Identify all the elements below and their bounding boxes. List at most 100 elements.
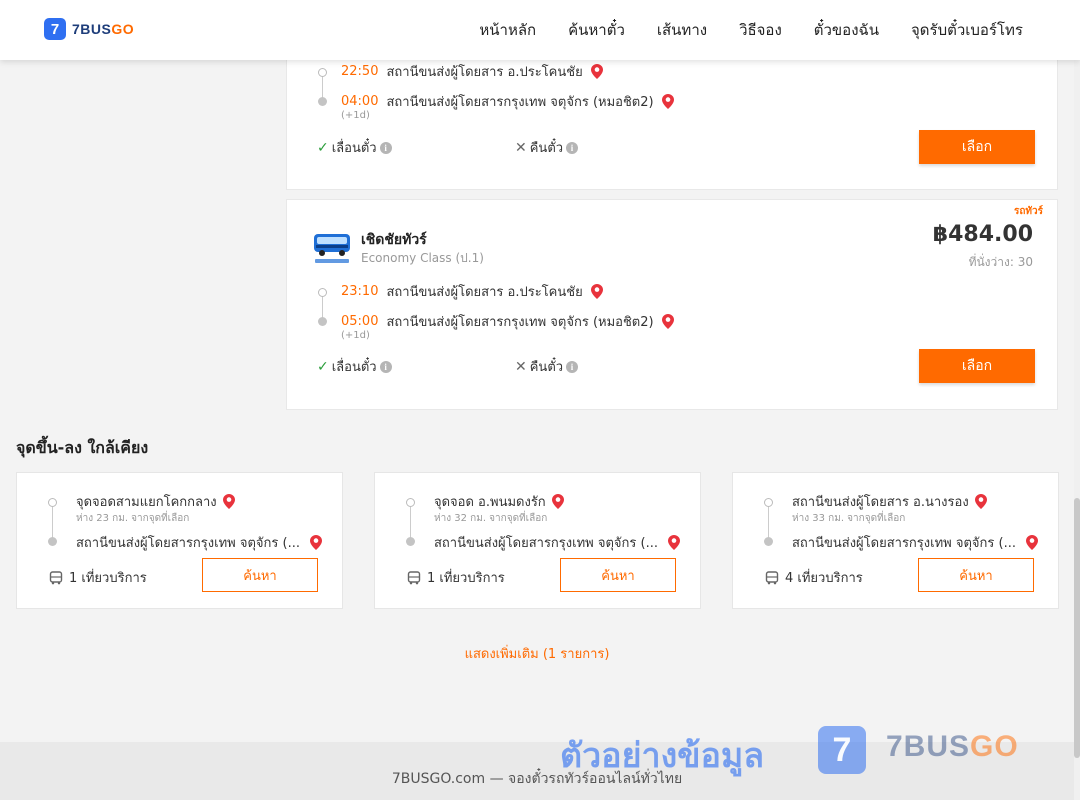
nav-ticket-points[interactable]: จุดรับตั๋วเบอร์โทร — [911, 18, 1023, 42]
reschedule-label: เลื่อนตั๋ว — [331, 141, 377, 156]
location-pin-icon[interactable] — [661, 314, 674, 329]
arrival-time: 05:00 — [341, 314, 379, 329]
bus-icon — [49, 570, 63, 584]
watermark-brand-main: 7BUS — [886, 730, 971, 763]
nearby-to: สถานีขนส่งผู้โดยสารกรุงเทพ จตุจักร (... — [792, 532, 1038, 553]
check-icon: ✓ — [317, 358, 329, 375]
seats-available: ที่นั่งว่าง: 30 — [968, 255, 1033, 269]
nearby-from-place: จุดจอด อ.พนมดงรัก — [434, 495, 546, 510]
location-pin-icon[interactable] — [974, 494, 987, 509]
operator-class: Economy Class (ป.1) — [361, 251, 484, 265]
nearby-search-button[interactable]: ค้นหา — [202, 558, 318, 592]
departure-place: สถานีขนส่งผู้โดยสาร อ.ประโคนชัย — [386, 285, 583, 300]
bus-type-tag: รถทัวร์ — [1013, 206, 1043, 217]
watermark-brand: 7BUSGO — [886, 730, 1019, 764]
departure-place: สถานีขนส่งผู้โดยสาร อ.ประโคนชัย — [386, 65, 583, 80]
refund-feature: ✕ คืนตั๋ว i — [515, 356, 579, 377]
nearby-to-place: สถานีขนส่งผู้โดยสารกรุงเทพ จตุจักร (... — [792, 536, 1016, 551]
arrival-time: 04:00 — [341, 94, 379, 109]
departure-dot — [318, 68, 327, 77]
logo-brand: 7BUS — [72, 21, 112, 37]
nearby-from-place: จุดจอดสามแยกโคกกลาง — [76, 495, 217, 510]
arrival-place: สถานีขนส่งผู้โดยสารกรุงเทพ จตุจักร (หมอช… — [386, 315, 654, 330]
site-logo[interactable]: 7 7BUSGO — [44, 18, 134, 40]
reschedule-feature: ✓ เลื่อนตั๋ว i — [317, 137, 392, 158]
nav-how-to-book[interactable]: วิธีจอง — [739, 18, 782, 42]
operator-logo — [314, 234, 350, 263]
site-header: 7 7BUSGO หน้าหลัก ค้นหาตั๋ว เส้นทาง วิธี… — [0, 0, 1080, 60]
reschedule-label: เลื่อนตั๋ว — [331, 360, 377, 375]
route-line — [768, 507, 769, 539]
location-pin-icon[interactable] — [551, 494, 564, 509]
route-line — [52, 507, 53, 539]
arrival-dot — [318, 317, 327, 326]
location-pin-icon[interactable] — [661, 94, 674, 109]
nearby-card: สถานีขนส่งผู้โดยสาร อ.นางรอง ห่าง 33 กม.… — [732, 472, 1059, 609]
from-dot — [764, 498, 773, 507]
nav-home[interactable]: หน้าหลัก — [479, 18, 536, 42]
arrival-day-offset: (+1d) — [341, 330, 370, 341]
logo-text: 7BUSGO — [72, 21, 134, 37]
nearby-to-place: สถานีขนส่งผู้โดยสารกรุงเทพ จตุจักร (... — [434, 536, 658, 551]
cross-icon: ✕ — [515, 358, 527, 375]
nearby-card: จุดจอดสามแยกโคกกลาง ห่าง 23 กม. จากจุดที… — [16, 472, 343, 609]
nav-my-tickets[interactable]: ตั๋วของฉัน — [814, 18, 879, 42]
watermark-text: ตัวอย่างข้อมูล — [560, 736, 765, 776]
departure-dot — [318, 288, 327, 297]
nearby-trips-label: 4 เที่ยวบริการ — [785, 571, 863, 586]
nearby-to: สถานีขนส่งผู้โดยสารกรุงเทพ จตุจักร (... — [434, 532, 680, 553]
nearby-from: จุดจอดสามแยกโคกกลาง — [76, 491, 235, 512]
show-more-link[interactable]: แสดงเพิ่มเติม (1 รายการ) — [0, 643, 1074, 664]
scrollbar-thumb[interactable] — [1074, 498, 1080, 758]
nearby-distance: ห่าง 32 กม. จากจุดที่เลือก — [434, 513, 548, 524]
nearby-trips-label: 1 เที่ยวบริการ — [69, 571, 147, 586]
departure-stop: 22:50 สถานีขนส่งผู้โดยสาร อ.ประโคนชัย — [341, 61, 603, 82]
nearby-from: จุดจอด อ.พนมดงรัก — [434, 491, 564, 512]
arrival-stop: 04:00 สถานีขนส่งผู้โดยสารกรุงเทพ จตุจักร… — [341, 91, 674, 112]
info-icon[interactable]: i — [566, 360, 579, 373]
nearby-trip-count: 4 เที่ยวบริการ — [765, 567, 863, 588]
location-pin-icon[interactable] — [590, 64, 603, 79]
arrival-stop: 05:00 สถานีขนส่งผู้โดยสารกรุงเทพ จตุจักร… — [341, 311, 674, 332]
logo-brand-accent: GO — [111, 21, 135, 37]
nearby-search-button[interactable]: ค้นหา — [560, 558, 676, 592]
select-trip-button[interactable]: เลือก — [919, 349, 1035, 383]
nearby-trip-count: 1 เที่ยวบริการ — [49, 567, 147, 588]
departure-time: 23:10 — [341, 284, 379, 299]
nearby-distance: ห่าง 33 กม. จากจุดที่เลือก — [792, 513, 906, 524]
to-dot — [48, 537, 57, 546]
nearby-to-place: สถานีขนส่งผู้โดยสารกรุงเทพ จตุจักร (... — [76, 536, 300, 551]
from-dot — [48, 498, 57, 507]
logo-icon: 7 — [44, 18, 66, 40]
nearby-trips-label: 1 เที่ยวบริการ — [427, 571, 505, 586]
from-dot — [406, 498, 415, 507]
info-icon[interactable]: i — [566, 141, 579, 154]
arrival-dot — [318, 97, 327, 106]
departure-stop: 23:10 สถานีขนส่งผู้โดยสาร อ.ประโคนชัย — [341, 281, 603, 302]
watermark-brand-accent: GO — [970, 730, 1019, 763]
location-pin-icon[interactable] — [222, 494, 235, 509]
location-pin-icon[interactable] — [590, 284, 603, 299]
arrival-place: สถานีขนส่งผู้โดยสารกรุงเทพ จตุจักร (หมอช… — [386, 95, 654, 110]
departure-time: 22:50 — [341, 64, 379, 79]
nearby-distance: ห่าง 23 กม. จากจุดที่เลือก — [76, 513, 190, 524]
to-dot — [764, 537, 773, 546]
to-dot — [406, 537, 415, 546]
info-icon[interactable]: i — [379, 360, 392, 373]
location-pin-icon[interactable] — [309, 535, 322, 550]
bus-icon — [407, 570, 421, 584]
trip-price: ฿484.00 — [932, 222, 1033, 247]
location-pin-icon[interactable] — [667, 535, 680, 550]
nav-routes[interactable]: เส้นทาง — [657, 18, 707, 42]
nearby-from: สถานีขนส่งผู้โดยสาร อ.นางรอง — [792, 491, 987, 512]
refund-label: คืนตั๋ว — [529, 141, 564, 156]
arrival-day-offset: (+1d) — [341, 110, 370, 121]
trip-card: 22:50 สถานีขนส่งผู้โดยสาร อ.ประโคนชัย 04… — [286, 40, 1058, 190]
info-icon[interactable]: i — [379, 141, 392, 154]
refund-label: คืนตั๋ว — [529, 360, 564, 375]
main-nav: หน้าหลัก ค้นหาตั๋ว เส้นทาง วิธีจอง ตั๋วข… — [479, 0, 1023, 60]
nearby-search-button[interactable]: ค้นหา — [918, 558, 1034, 592]
nav-search-ticket[interactable]: ค้นหาตั๋ว — [568, 18, 625, 42]
location-pin-icon[interactable] — [1025, 535, 1038, 550]
select-trip-button[interactable]: เลือก — [919, 130, 1035, 164]
